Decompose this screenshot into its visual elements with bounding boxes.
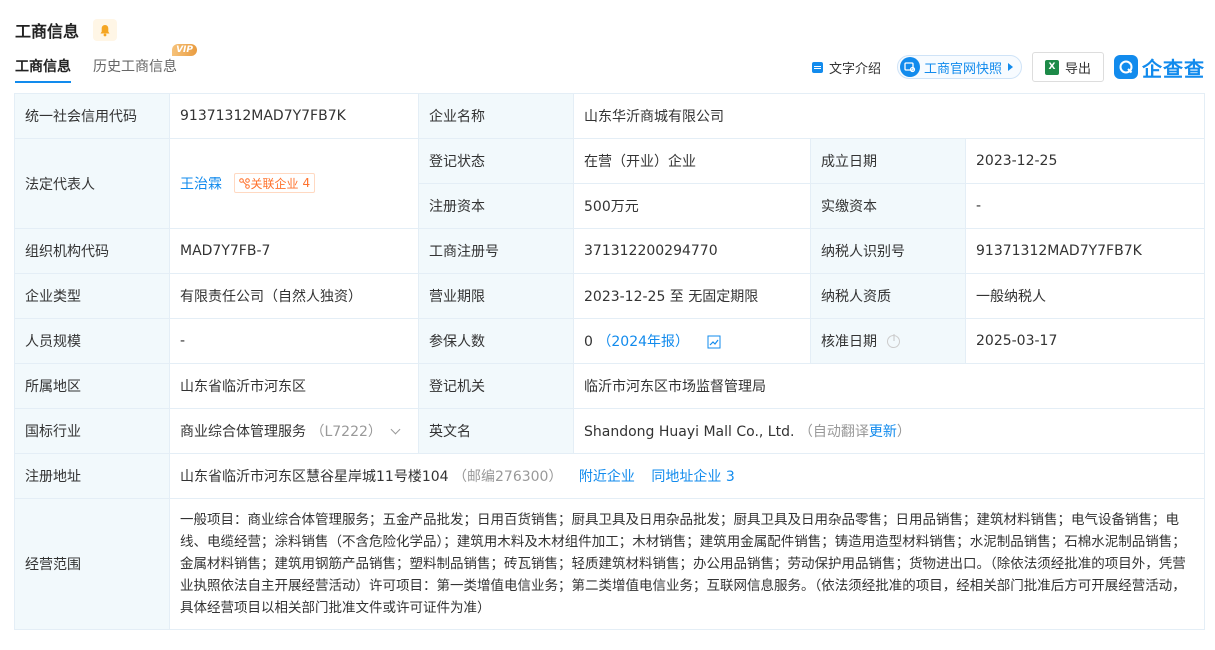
tab-history-business-info[interactable]: 历史工商信息 VIP (93, 44, 197, 82)
translate-close: ） (896, 424, 911, 440)
nearby-companies-link[interactable]: 附近企业 (579, 469, 635, 485)
reg-no-value: 371312200294770 (573, 228, 811, 274)
address-label: 注册地址 (14, 453, 170, 499)
legal-rep-link[interactable]: 王治霖 (180, 177, 222, 193)
related-companies-badge[interactable]: 关联企业 4 (234, 173, 316, 194)
excel-icon: X (1044, 59, 1059, 75)
authority-value: 临沂市河东区市场监督管理局 (572, 363, 1206, 409)
address-value: 山东省临沂市河东区慧谷星岸城11号楼104 (180, 469, 449, 485)
region-label: 所属地区 (14, 363, 170, 409)
table-row: 人员规模 - 参保人数 0 （2024年报） 核准日期 2025-03-17 (14, 318, 1206, 364)
translate-update-link[interactable]: 更新 (869, 424, 897, 440)
vip-badge: VIP (172, 44, 197, 56)
staff-size-label: 人员规模 (14, 318, 170, 364)
paid-capital-value: - (964, 183, 1206, 229)
tab-bar: 工商信息 历史工商信息 VIP (15, 44, 199, 83)
tab-history-label: 历史工商信息 (93, 59, 177, 75)
export-button[interactable]: X 导出 (1031, 52, 1104, 82)
related-count: 4 (302, 176, 311, 191)
address-cell: 山东省临沂市河东区慧谷星岸城11号楼104 （邮编276300） 附近企业 同地… (168, 453, 1206, 499)
table-row: 国标行业 商业综合体管理服务 （L7222） 英文名 Shandong Huay… (14, 408, 1206, 454)
info-icon[interactable] (887, 334, 901, 348)
snapshot-label: 工商官网快照 (923, 61, 1002, 77)
bell-icon[interactable] (93, 19, 118, 41)
credit-code-label: 统一社会信用代码 (14, 93, 170, 139)
same-address-link[interactable]: 同地址企业 3 (651, 469, 734, 485)
related-label: 关联企业 (250, 176, 299, 191)
scope-label: 经营范围 (14, 498, 170, 630)
trend-icon[interactable] (705, 333, 723, 351)
approval-date-label: 核准日期 (821, 334, 877, 350)
taxpayer-id-label: 纳税人识别号 (810, 228, 966, 274)
insured-count: 0 (584, 334, 593, 350)
table-row: 企业类型 有限责任公司（自然人独资） 营业期限 2023-12-25 至 无固定… (14, 273, 1206, 319)
industry-label: 国标行业 (14, 408, 170, 454)
reg-status-label: 登记状态 (418, 138, 574, 184)
company-type-value: 有限责任公司（自然人独资） (169, 273, 419, 319)
insured-report-link[interactable]: （2024年报） (597, 334, 689, 350)
table-row: 所属地区 山东省临沂市河东区 登记机关 临沂市河东区市场监督管理局 (14, 363, 1206, 409)
paid-capital-label: 实缴资本 (810, 183, 966, 229)
approval-date-label-cell: 核准日期 (810, 318, 966, 364)
legal-rep-label: 法定代表人 (14, 138, 170, 229)
same-address-count: 3 (725, 469, 735, 485)
business-term-label: 营业期限 (418, 273, 574, 319)
staff-size-value: - (169, 318, 419, 364)
reg-capital-label: 注册资本 (418, 183, 574, 229)
company-name-value: 山东华沂商城有限公司 (572, 93, 1206, 139)
reg-capital-value: 500万元 (573, 183, 811, 229)
translate-note: （自动翻译 (798, 424, 869, 440)
credit-code-value: 91371312MAD7Y7FB7K (169, 93, 419, 139)
insured-cell: 0 （2024年报） (573, 318, 811, 364)
industry-code: （L7222） (310, 424, 382, 440)
taxpayer-qual-value: 一般纳税人 (964, 273, 1206, 319)
chevron-down-icon[interactable] (390, 424, 401, 435)
toolbar: 文字介绍 工商官网快照 X 导出 企查查 (811, 52, 1205, 82)
table-row: 统一社会信用代码 91371312MAD7Y7FB7K 企业名称 山东华沂商城有… (14, 93, 1206, 139)
title-row: 工商信息 (15, 18, 118, 42)
found-date-label: 成立日期 (810, 138, 966, 184)
text-intro-label: 文字介绍 (828, 61, 881, 77)
industry-value: 商业综合体管理服务 (180, 424, 306, 440)
table-row: 组织机构代码 MAD7Y7FB-7 工商注册号 371312200294770 … (14, 228, 1206, 274)
text-intro-button[interactable]: 文字介绍 (811, 58, 881, 77)
org-code-value: MAD7Y7FB-7 (169, 228, 419, 274)
found-date-value: 2023-12-25 (964, 138, 1206, 184)
page-title: 工商信息 (15, 22, 80, 41)
taxpayer-id-value: 91371312MAD7Y7FB7K (964, 228, 1206, 274)
english-name-label: 英文名 (418, 408, 574, 454)
business-info-table: 统一社会信用代码 91371312MAD7Y7FB7K 企业名称 山东华沂商城有… (14, 93, 1206, 630)
insured-label: 参保人数 (418, 318, 574, 364)
company-type-label: 企业类型 (14, 273, 170, 319)
document-icon (811, 61, 823, 73)
table-row: 注册地址 山东省临沂市河东区慧谷星岸城11号楼104 （邮编276300） 附近… (14, 453, 1206, 499)
legal-rep-cell: 王治霖 关联企业 4 (169, 138, 419, 229)
org-code-label: 组织机构代码 (14, 228, 170, 274)
relation-icon (239, 177, 251, 189)
company-name-label: 企业名称 (418, 93, 574, 139)
table-row: 法定代表人 王治霖 关联企业 4 登记状态 在营（开业）企业 成立日期 2023… (14, 138, 1206, 229)
authority-label: 登记机关 (418, 363, 574, 409)
table-row: 经营范围 一般项目：商业综合体管理服务；五金产品批发；日用百货销售；厨具卫具及日… (14, 498, 1206, 630)
business-term-value: 2023-12-25 至 无固定期限 (573, 273, 811, 319)
reg-no-label: 工商注册号 (418, 228, 574, 274)
region-value: 山东省临沂市河东区 (169, 363, 419, 409)
brand-name: 企查查 (1142, 56, 1205, 81)
same-address-label: 同地址企业 (651, 469, 722, 485)
tab-business-info[interactable]: 工商信息 (15, 56, 71, 83)
brand-mark-icon (1114, 55, 1138, 79)
brand-logo: 企查查 (1114, 53, 1205, 82)
taxpayer-qual-label: 纳税人资质 (810, 273, 966, 319)
english-name-cell: Shandong Huayi Mall Co., Ltd. （自动翻译更新） (572, 408, 1206, 454)
postcode: （邮编276300） (453, 469, 563, 485)
english-name-value: Shandong Huayi Mall Co., Ltd. (584, 424, 795, 440)
caret-right-icon (1007, 63, 1013, 71)
official-snapshot-button[interactable]: 工商官网快照 (896, 55, 1022, 79)
approval-date-value: 2025-03-17 (964, 318, 1206, 364)
reg-status-value: 在营（开业）企业 (573, 138, 811, 184)
export-label: 导出 (1064, 61, 1091, 77)
snapshot-icon (899, 57, 920, 77)
scope-value: 一般项目：商业综合体管理服务；五金产品批发；日用百货销售；厨具卫具及日用杂品批发… (168, 498, 1206, 630)
industry-cell[interactable]: 商业综合体管理服务 （L7222） (169, 408, 419, 454)
